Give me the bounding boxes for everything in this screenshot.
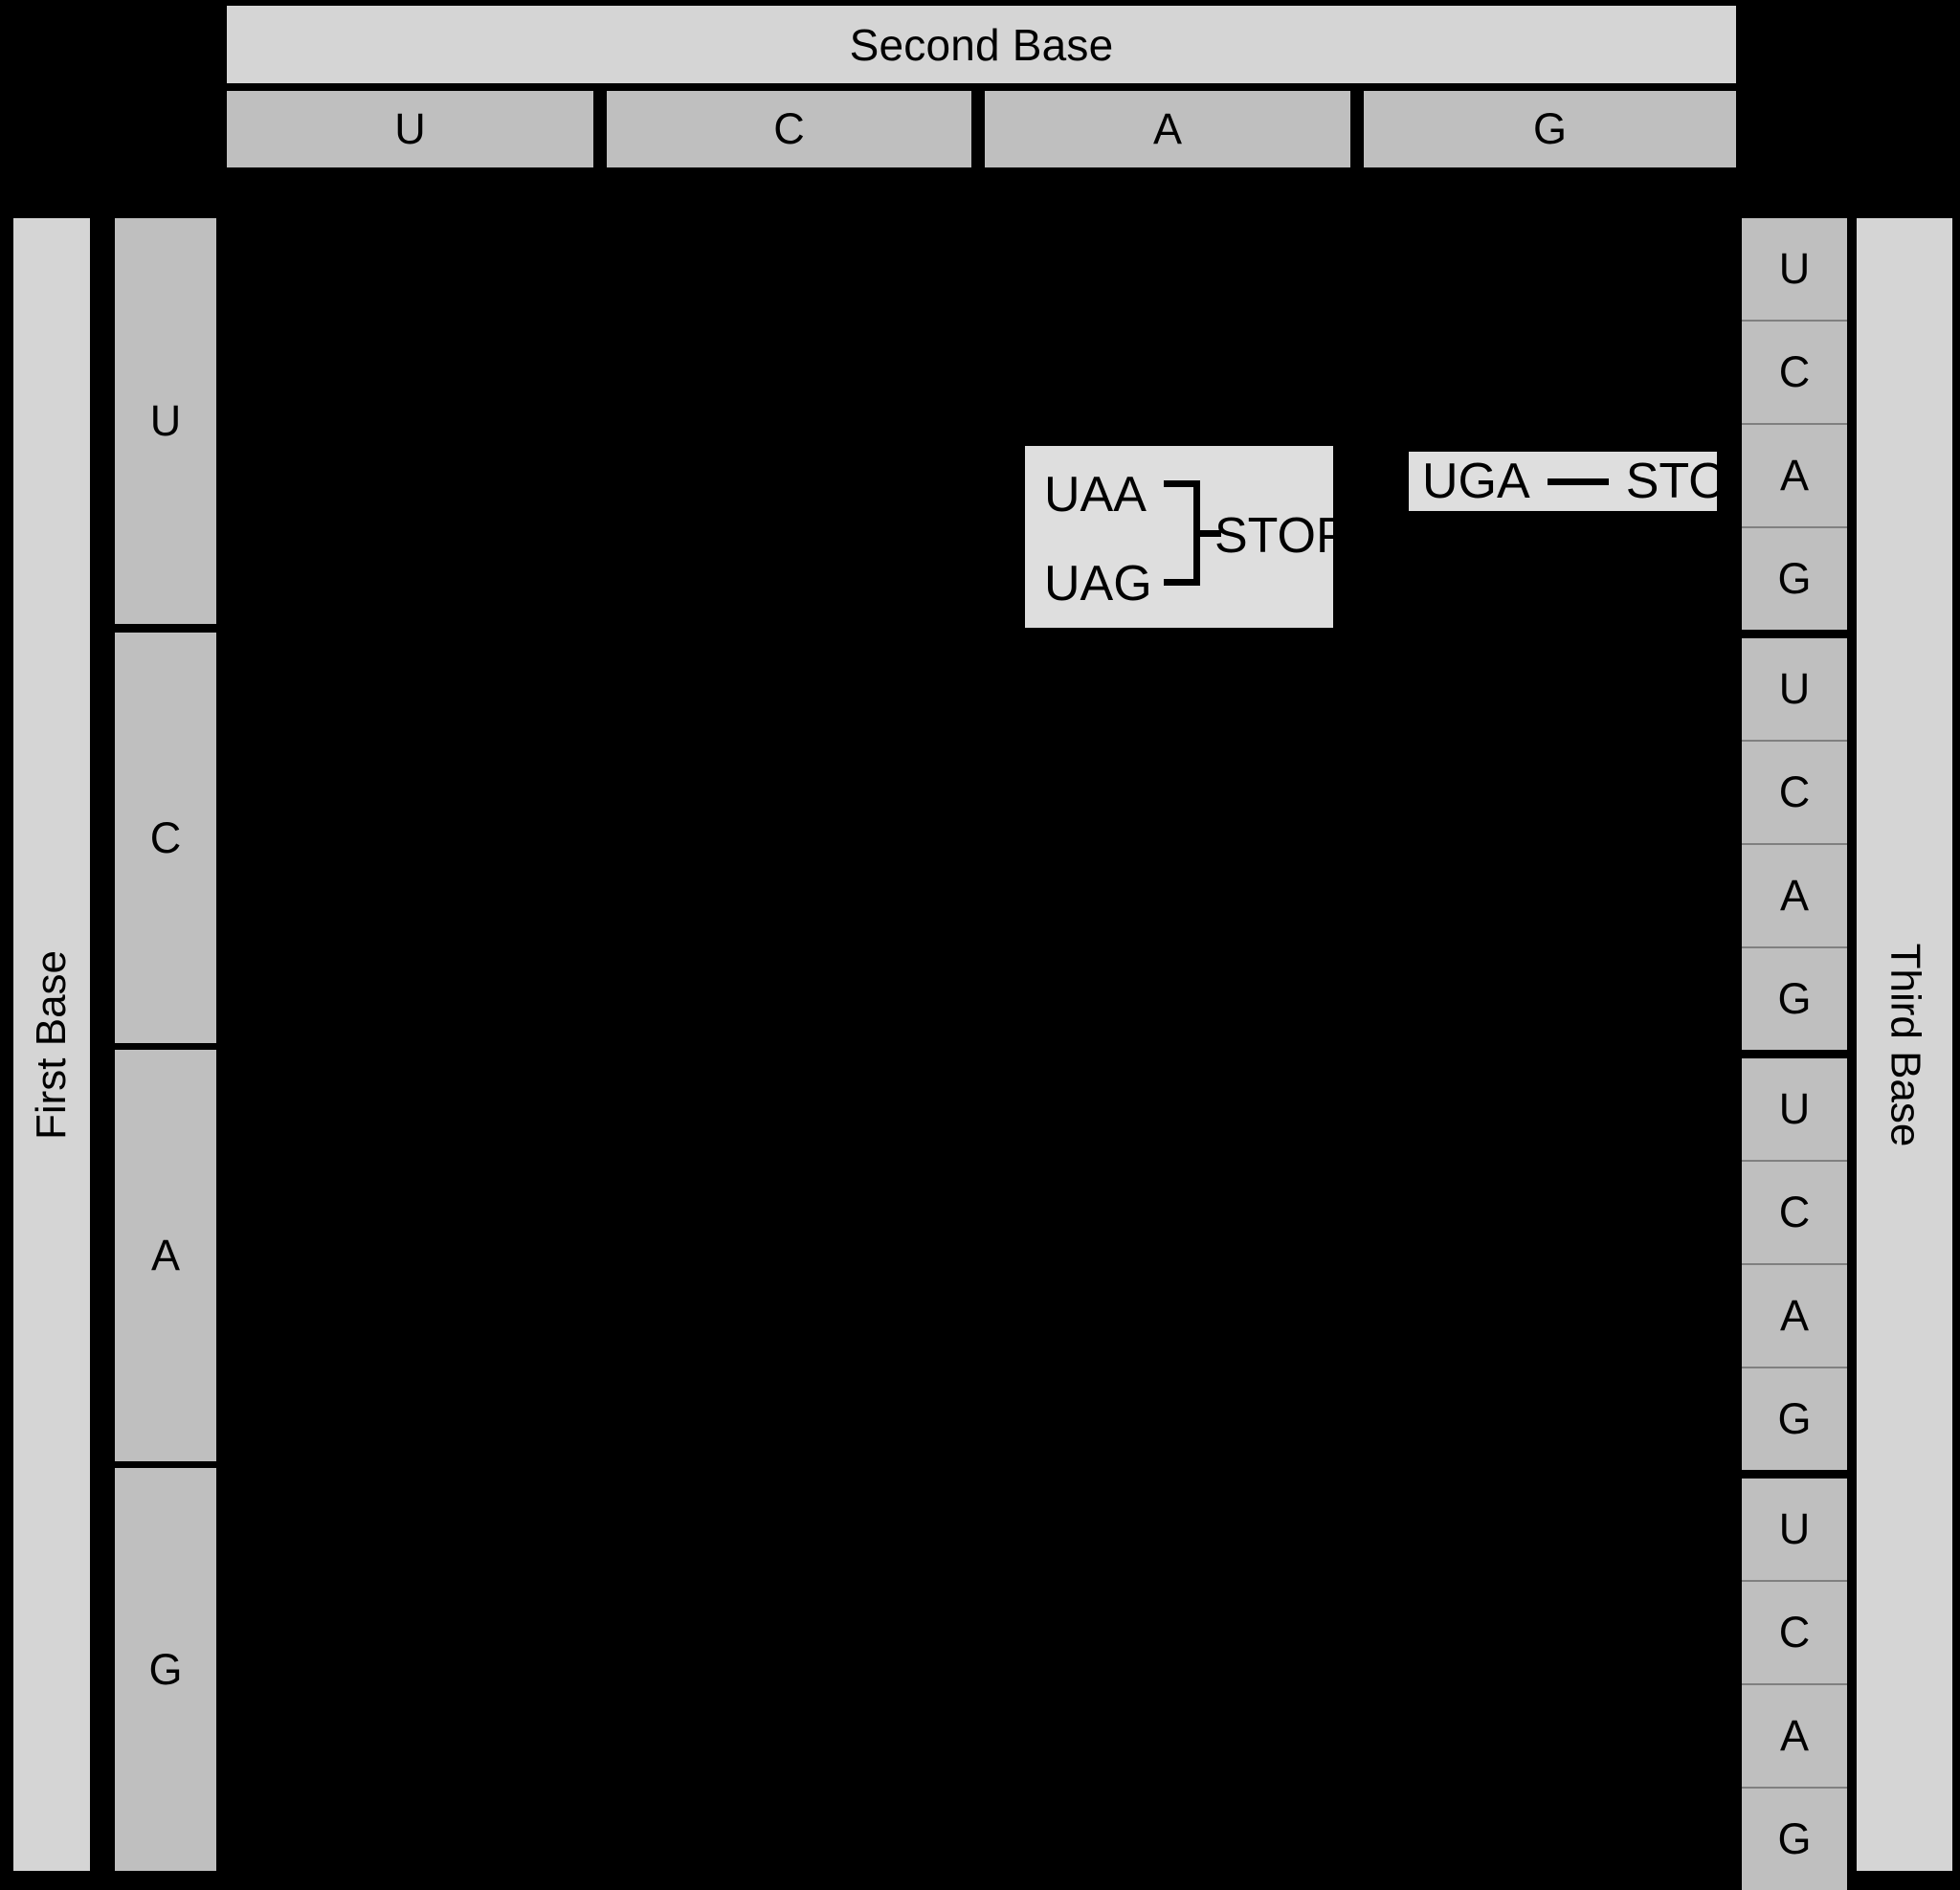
third-base-cell-c-u: U xyxy=(1742,638,1847,740)
third-base-cell-c-c: C xyxy=(1742,742,1847,843)
first-base-row-u: U xyxy=(115,218,216,624)
third-base-cell-g-a: A xyxy=(1742,1685,1847,1787)
second-base-column-u: U xyxy=(227,91,593,167)
stop-annotation-uaa-uag: UAA UAG STOP xyxy=(1025,446,1349,628)
first-base-row-c: C xyxy=(115,633,216,1043)
second-base-title: Second Base xyxy=(227,6,1736,83)
third-base-cell-a-u: U xyxy=(1742,1058,1847,1160)
stop-codon-uga: UGA xyxy=(1422,454,1530,509)
third-base-cell-a-a: A xyxy=(1742,1265,1847,1367)
third-base-cell-a-c: C xyxy=(1742,1162,1847,1263)
stop-label-uga: STOP xyxy=(1625,454,1761,509)
third-base-cell-c-a: A xyxy=(1742,845,1847,946)
stop-codon-uaa: UAA xyxy=(1044,467,1147,523)
third-base-cell-u-u: U xyxy=(1742,218,1847,320)
codon-table-body: UAA UAG STOP UGA STOP xyxy=(227,218,1760,1871)
third-base-axis-label-text: Third Base xyxy=(1882,943,1929,1146)
stop-label-uaa-uag: STOP xyxy=(1214,508,1349,564)
third-base-cell-c-g: G xyxy=(1742,948,1847,1050)
bracket-connector-icon xyxy=(1164,480,1200,586)
first-base-axis-label-text: First Base xyxy=(28,949,76,1140)
first-base-row-a: A xyxy=(115,1050,216,1461)
codon-table-figure: Second Base U C A G First Base U C A G U… xyxy=(0,0,1960,1890)
stop-codon-uag: UAG xyxy=(1044,556,1152,611)
second-base-column-a: A xyxy=(985,91,1350,167)
dash-connector-icon xyxy=(1547,478,1609,485)
third-base-cell-u-a: A xyxy=(1742,425,1847,526)
second-base-column-c: C xyxy=(607,91,971,167)
stop-annotation-uga: UGA STOP xyxy=(1409,452,1760,511)
third-base-cell-g-u: U xyxy=(1742,1479,1847,1580)
third-base-cell-u-c: C xyxy=(1742,322,1847,423)
third-base-cell-g-g: G xyxy=(1742,1789,1847,1890)
first-base-axis-label: First Base xyxy=(13,218,90,1871)
first-base-row-g: G xyxy=(115,1468,216,1871)
third-base-cell-g-c: C xyxy=(1742,1582,1847,1683)
third-base-cell-u-g: G xyxy=(1742,528,1847,630)
third-base-axis-label: Third Base xyxy=(1857,218,1952,1871)
second-base-column-g: G xyxy=(1364,91,1736,167)
third-base-cell-a-g: G xyxy=(1742,1368,1847,1470)
